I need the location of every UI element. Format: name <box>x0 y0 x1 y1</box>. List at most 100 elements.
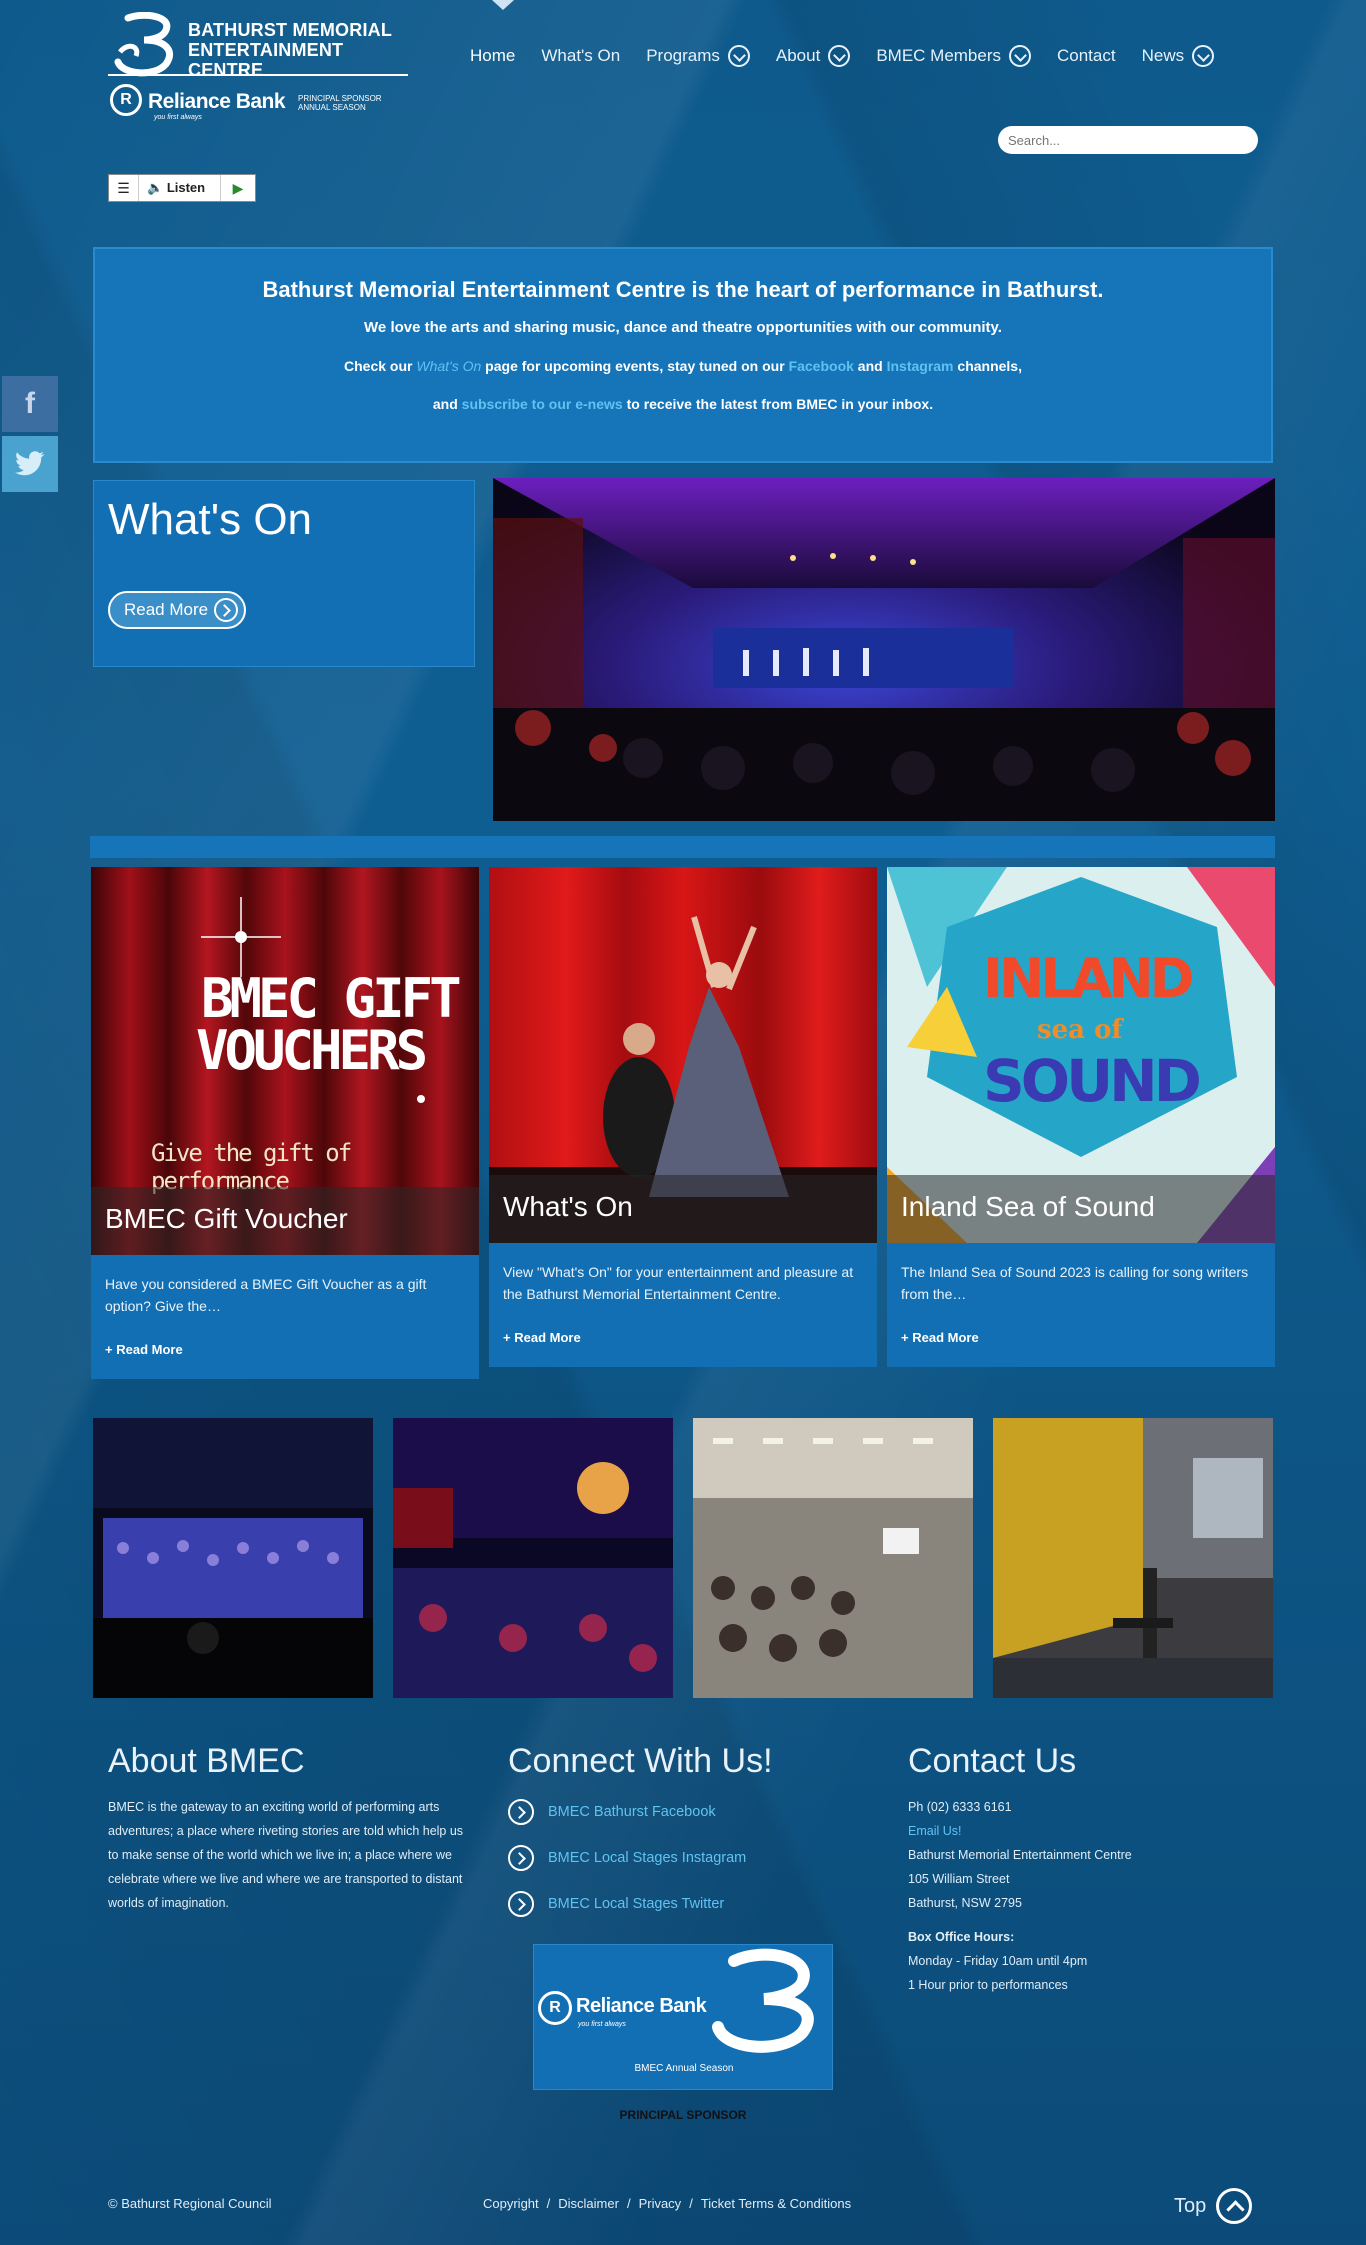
connect-link-label: BMEC Local Stages Twitter <box>548 1896 725 1912</box>
read-more-label: Read More <box>514 1330 581 1345</box>
back-to-top[interactable]: Top <box>1174 2188 1253 2224</box>
poster-title-1: INLAND <box>983 947 1195 1010</box>
gallery-image-conference[interactable] <box>693 1418 973 1698</box>
twitter-bird-icon <box>15 451 45 476</box>
site-logo[interactable]: BATHURST MEMORIAL ENTERTAINMENT CENTRE R… <box>108 8 408 128</box>
email-link[interactable]: Email Us! <box>908 1819 1228 1843</box>
chevron-down-icon[interactable] <box>1009 45 1031 67</box>
card-text: Have you considered a BMEC Gift Voucher … <box>105 1276 427 1314</box>
chevron-right-icon <box>214 598 238 622</box>
read-more-link[interactable]: + Read More <box>503 1327 863 1349</box>
nav-about[interactable]: About <box>776 40 851 72</box>
read-more-label: Read More <box>124 600 209 619</box>
nav-whats-on[interactable]: What's On <box>541 40 620 72</box>
chevron-right-icon <box>508 1845 534 1871</box>
card-caption: Inland Sea of Sound <box>887 1175 1275 1243</box>
sponsor-name: Reliance Bank <box>148 90 286 113</box>
card-whats-on[interactable]: What's On View "What's On" for your ente… <box>489 867 877 1367</box>
privacy-link[interactable]: Privacy <box>639 2196 682 2211</box>
connect-title: Connect With Us! <box>508 1742 773 1780</box>
sponsor-note-line1: PRINCIPAL SPONSOR <box>298 94 382 103</box>
card-inland-sea[interactable]: INLAND sea of SOUND Inland Sea of Sound … <box>887 867 1275 1367</box>
reliance-bank-icon: R <box>110 84 142 116</box>
whats-on-link[interactable]: What's On <box>416 358 481 374</box>
twitter-icon[interactable] <box>2 436 58 492</box>
listen-button[interactable]: 🔈 Listen <box>139 175 221 201</box>
card-caption: What's On <box>489 1175 877 1243</box>
disclaimer-link[interactable]: Disclaimer <box>558 2196 619 2211</box>
venue-hero-image[interactable] <box>493 478 1275 821</box>
contact-phone: Ph (02) 6333 6161 <box>908 1800 1012 1814</box>
logo-divider <box>108 74 408 76</box>
banner-text: page for upcoming events, stay tuned on … <box>481 358 789 374</box>
inland-sea-image: INLAND sea of SOUND Inland Sea of Sound <box>887 867 1275 1243</box>
intro-banner: Bathurst Memorial Entertainment Centre i… <box>93 247 1273 463</box>
hours-label: Box Office Hours: <box>908 1930 1015 1944</box>
gallery-image-cabaret[interactable] <box>393 1418 673 1698</box>
about-section: About BMEC BMEC is the gateway to an exc… <box>108 1742 468 1915</box>
chevron-down-icon[interactable] <box>1192 45 1215 67</box>
instagram-link[interactable]: Instagram <box>887 358 954 374</box>
menu-icon[interactable]: ☰ <box>109 175 139 201</box>
banner-text: to receive the latest from BMEC in your … <box>622 396 934 412</box>
facebook-link[interactable]: Facebook <box>789 358 854 374</box>
sponsor-card-name: Reliance Bank <box>576 1995 707 2017</box>
card-body: Have you considered a BMEC Gift Voucher … <box>91 1255 479 1379</box>
enews-link[interactable]: subscribe to our e-news <box>462 396 623 412</box>
search-input[interactable] <box>998 126 1258 154</box>
banner-line3: Check our What's On page for upcoming ev… <box>95 358 1271 374</box>
gift-voucher-image: BMEC GIFT VOUCHERS Give the gift of perf… <box>91 867 479 1255</box>
nav-whats-on-label: What's On <box>541 46 621 65</box>
poster-title-2: sea of <box>1037 1015 1123 1045</box>
nav-programs-label: Programs <box>646 46 720 65</box>
play-icon[interactable]: ▶ <box>221 180 255 197</box>
banner-text: and <box>432 396 462 412</box>
nav-home[interactable]: Home <box>470 40 515 72</box>
chevron-down-icon[interactable] <box>727 45 750 67</box>
sponsor-note: PRINCIPAL SPONSOR ANNUAL SEASON <box>298 94 382 112</box>
read-more-link[interactable]: + Read More <box>105 1339 465 1361</box>
chevron-right-icon <box>508 1799 534 1825</box>
address-line1: Bathurst Memorial Entertainment Centre <box>908 1848 1132 1862</box>
nav-contact[interactable]: Contact <box>1057 40 1116 72</box>
whats-on-card-image: What's On <box>489 867 877 1243</box>
copyright-link[interactable]: Copyright <box>483 2196 539 2211</box>
conference-photo <box>693 1418 973 1698</box>
about-text: BMEC is the gateway to an exciting world… <box>108 1800 464 1910</box>
card-text: View "What's On" for your entertainment … <box>503 1264 854 1302</box>
nav-home-label: Home <box>470 46 516 65</box>
org-name-line1: BATHURST MEMORIAL <box>188 20 393 40</box>
banner-text: and <box>853 358 887 374</box>
ticket-terms-link[interactable]: Ticket Terms & Conditions <box>701 2196 851 2211</box>
chevron-down-icon[interactable] <box>828 45 851 67</box>
separator: / <box>689 2196 693 2211</box>
nav-news[interactable]: News <box>1142 40 1215 72</box>
connect-links: BMEC Bathurst Facebook BMEC Local Stages… <box>508 1789 848 1927</box>
contact-section: Contact Us Ph (02) 6333 6161 Email Us! B… <box>908 1742 1228 1997</box>
read-more-link[interactable]: + Read More <box>901 1327 1261 1349</box>
card-body: The Inland Sea of Sound 2023 is calling … <box>887 1243 1275 1367</box>
whats-on-panel: What's On Read More <box>93 480 475 667</box>
sponsor-note-line2: ANNUAL SEASON <box>298 103 366 112</box>
read-more-label: Read More <box>116 1342 183 1357</box>
facebook-link[interactable]: BMEC Bathurst Facebook <box>508 1789 848 1835</box>
section-divider <box>90 836 1275 858</box>
banner-text: Check our <box>344 358 417 374</box>
nav-bmec-members[interactable]: BMEC Members <box>876 40 1031 72</box>
bmec-logo-icon <box>712 1948 814 2053</box>
card-gift-voucher[interactable]: BMEC GIFT VOUCHERS Give the gift of perf… <box>91 867 479 1379</box>
voucher-title-2: VOUCHERS <box>196 1019 428 1082</box>
org-name: BATHURST MEMORIAL ENTERTAINMENT CENTRE <box>188 20 408 80</box>
address-line2: 105 William Street <box>908 1872 1010 1886</box>
read-more-button[interactable]: Read More <box>108 591 246 629</box>
listen-label: Listen <box>166 180 206 195</box>
nav-contact-label: Contact <box>1057 46 1116 65</box>
gallery-image-foyer[interactable] <box>993 1418 1273 1698</box>
gallery-image-theatre[interactable] <box>93 1418 373 1698</box>
banner-text: channels, <box>953 358 1022 374</box>
instagram-link[interactable]: BMEC Local Stages Instagram <box>508 1835 848 1881</box>
sponsor-card[interactable]: R Reliance Bank you first always BMEC An… <box>533 1944 833 2090</box>
twitter-link[interactable]: BMEC Local Stages Twitter <box>508 1881 848 1927</box>
facebook-icon[interactable]: f <box>2 376 58 432</box>
nav-programs[interactable]: Programs <box>646 40 750 72</box>
